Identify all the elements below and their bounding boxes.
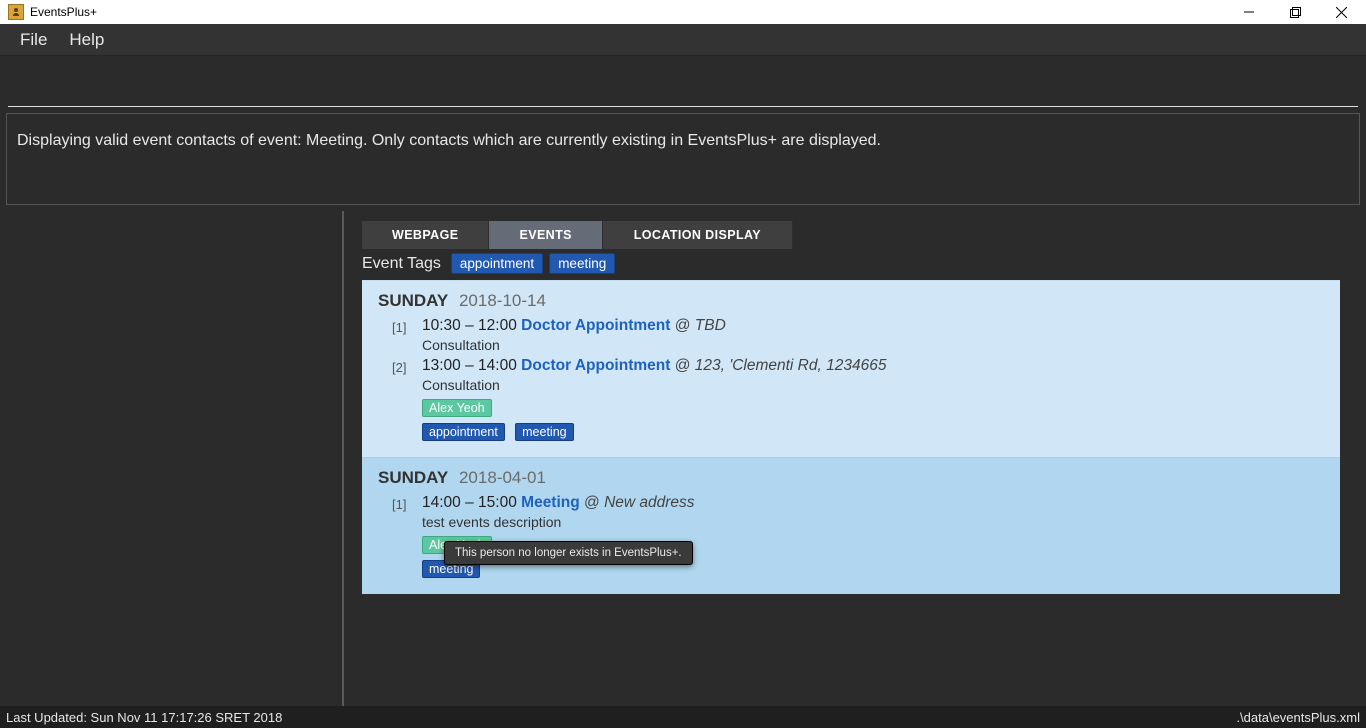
menu-file[interactable]: File <box>10 26 57 54</box>
maximize-icon <box>1290 7 1301 18</box>
minimize-button[interactable] <box>1226 0 1272 24</box>
event-index: [1] <box>392 497 412 578</box>
status-last-updated: Last Updated: Sun Nov 11 17:17:26 SRET 2… <box>6 710 282 725</box>
event-start: 10:30 <box>422 317 461 334</box>
event-at: @ <box>584 494 600 511</box>
statusbar: Last Updated: Sun Nov 11 17:17:26 SRET 2… <box>0 706 1366 728</box>
event-title: Doctor Appointment <box>521 357 670 374</box>
event-description: Consultation <box>422 377 1324 393</box>
day-date: 2018-10-14 <box>459 291 546 310</box>
maximize-button[interactable] <box>1272 0 1318 24</box>
left-panel <box>0 211 344 706</box>
result-message: Displaying valid event contacts of event… <box>17 132 881 149</box>
event-people: Alex Yeoh <box>422 397 1324 417</box>
event-description: Consultation <box>422 337 1324 353</box>
right-panel: WEBPAGE EVENTS LOCATION DISPLAY Event Ta… <box>344 211 1366 706</box>
status-file-path: .\data\eventsPlus.xml <box>1236 710 1360 725</box>
command-input[interactable] <box>8 58 1358 106</box>
event-title: Doctor Appointment <box>521 317 670 334</box>
tooltip: This person no longer exists in EventsPl… <box>444 541 693 565</box>
menubar: File Help <box>0 24 1366 56</box>
day-of-week: SUNDAY <box>378 468 448 487</box>
close-button[interactable] <box>1318 0 1364 24</box>
event-end: 12:00 <box>478 317 517 334</box>
event-dash: – <box>465 494 474 511</box>
day-header: SUNDAY 2018-10-14 <box>378 291 1324 311</box>
event-row[interactable]: [1] 10:30 – 12:00 Doctor Appointment @ T… <box>392 317 1324 353</box>
event-location: New address <box>604 494 694 511</box>
event-description: test events description <box>422 514 1324 530</box>
day-date: 2018-04-01 <box>459 468 546 487</box>
tag-pill[interactable]: meeting <box>549 253 615 274</box>
event-body: 10:30 – 12:00 Doctor Appointment @ TBD C… <box>422 317 1324 353</box>
main-content: WEBPAGE EVENTS LOCATION DISPLAY Event Ta… <box>0 211 1366 706</box>
event-row[interactable]: [1] 14:00 – 15:00 Meeting @ New address … <box>392 494 1324 578</box>
window-title: EventsPlus+ <box>30 5 97 19</box>
event-index: [2] <box>392 360 412 441</box>
event-location: 123, 'Clementi Rd, 1234665 <box>695 357 887 374</box>
event-start: 13:00 <box>422 357 461 374</box>
day-header: SUNDAY 2018-04-01 <box>378 468 1324 488</box>
event-index: [1] <box>392 320 412 353</box>
day-group: SUNDAY 2018-10-14 [1] 10:30 – 12:00 Doct… <box>362 280 1340 457</box>
event-tags-label: Event Tags <box>362 255 441 273</box>
tab-webpage[interactable]: WEBPAGE <box>362 221 489 249</box>
event-dash: – <box>465 357 474 374</box>
person-pill[interactable]: Alex Yeoh <box>422 399 492 417</box>
event-tags: appointment meeting <box>422 421 1324 441</box>
result-message-box: Displaying valid event contacts of event… <box>6 113 1360 205</box>
event-end: 14:00 <box>478 357 517 374</box>
event-body: 14:00 – 15:00 Meeting @ New address test… <box>422 494 1324 578</box>
event-title: Meeting <box>521 494 580 511</box>
tag-pill[interactable]: meeting <box>515 423 573 441</box>
tab-location-display[interactable]: LOCATION DISPLAY <box>603 221 793 249</box>
event-at: @ <box>675 357 691 374</box>
tab-events[interactable]: EVENTS <box>489 221 602 249</box>
day-of-week: SUNDAY <box>378 291 448 310</box>
event-tags-row: Event Tags appointment meeting <box>362 253 1340 274</box>
event-start: 14:00 <box>422 494 461 511</box>
divider <box>8 106 1358 107</box>
day-group: SUNDAY 2018-04-01 [1] 14:00 – 15:00 Meet… <box>362 457 1340 594</box>
event-body: 13:00 – 14:00 Doctor Appointment @ 123, … <box>422 357 1324 441</box>
app-window: EventsPlus+ File Help Displaying valid e… <box>0 0 1366 728</box>
tag-pill[interactable]: appointment <box>422 423 505 441</box>
menu-help[interactable]: Help <box>59 26 114 54</box>
event-dash: – <box>465 317 474 334</box>
command-area <box>0 56 1366 106</box>
tabs: WEBPAGE EVENTS LOCATION DISPLAY <box>362 221 1340 249</box>
event-location: TBD <box>695 317 726 334</box>
close-icon <box>1336 7 1347 18</box>
tag-pill[interactable]: appointment <box>451 253 543 274</box>
event-at: @ <box>675 317 691 334</box>
event-end: 15:00 <box>478 494 517 511</box>
event-row[interactable]: [2] 13:00 – 14:00 Doctor Appointment @ 1… <box>392 357 1324 441</box>
titlebar: EventsPlus+ <box>0 0 1366 24</box>
app-icon <box>8 4 24 20</box>
minimize-icon <box>1244 7 1254 17</box>
